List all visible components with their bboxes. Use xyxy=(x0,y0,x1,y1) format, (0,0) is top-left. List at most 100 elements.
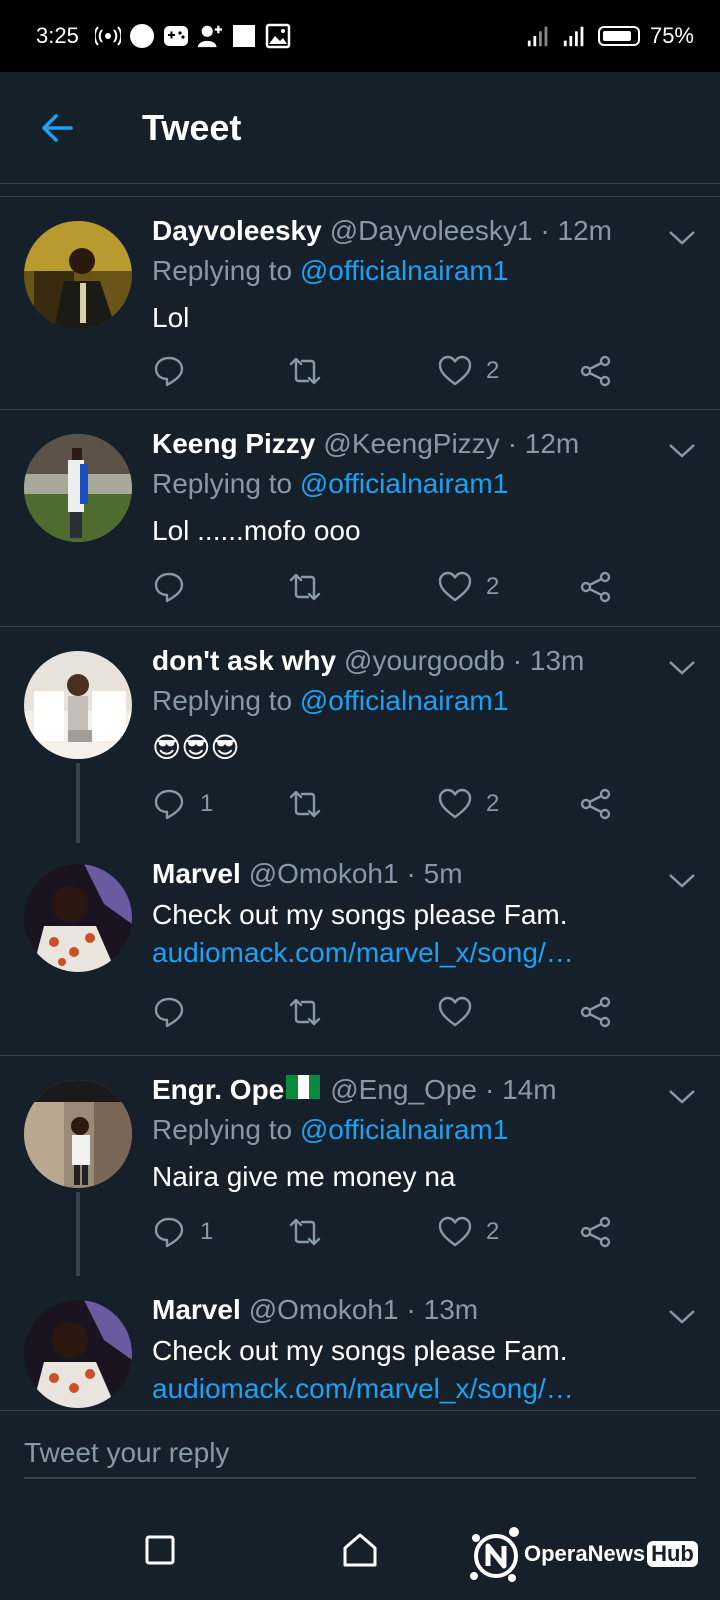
share-icon xyxy=(580,1216,611,1248)
author-name[interactable]: Marvel xyxy=(152,858,241,890)
replying-to: Replying to @officialnairam1 xyxy=(152,468,696,508)
retweet-button[interactable] xyxy=(288,990,322,1034)
avatar[interactable] xyxy=(24,651,132,759)
chevron-down-icon xyxy=(669,661,695,675)
like-button[interactable]: 2 xyxy=(438,782,499,826)
tweet-menu-button[interactable] xyxy=(664,1078,700,1114)
share-button[interactable] xyxy=(579,1210,613,1254)
reply-input[interactable] xyxy=(24,1429,696,1479)
avatar[interactable] xyxy=(24,1300,132,1408)
author-name[interactable]: Engr. Ope xyxy=(152,1074,284,1106)
share-button[interactable] xyxy=(579,349,613,393)
tweet[interactable]: Keeng Pizzy @KeengPizzy · 12m Replying t… xyxy=(0,410,720,627)
avatar[interactable] xyxy=(24,221,132,329)
mention-link[interactable]: @officialnairam1 xyxy=(300,1114,508,1145)
author-name[interactable]: Keeng Pizzy xyxy=(152,428,315,460)
reply-button[interactable] xyxy=(152,349,200,393)
tweet-link[interactable]: audiomack.com/marvel_x/song/… xyxy=(152,1370,696,1408)
chevron-down-icon xyxy=(669,1090,695,1104)
avatar[interactable] xyxy=(24,434,132,542)
author-handle[interactable]: @Omokoh1 xyxy=(249,858,399,890)
tweet[interactable]: Dayvoleesky @Dayvoleesky1 · 12m Replying… xyxy=(0,197,720,410)
author-name[interactable]: Marvel xyxy=(152,1294,241,1326)
back-button[interactable] xyxy=(32,103,82,153)
signal-hd-icon xyxy=(526,23,552,49)
share-button[interactable] xyxy=(579,990,613,1034)
author-handle[interactable]: @yourgoodb xyxy=(344,645,505,677)
tweet[interactable]: don't ask why @yourgoodb · 13m Replying … xyxy=(0,627,720,843)
tweet-menu-button[interactable] xyxy=(664,432,700,468)
tweet-link[interactable]: audiomack.com/marvel_x/song/… xyxy=(152,934,696,972)
tweet-menu-button[interactable] xyxy=(664,862,700,898)
back-arrow-icon xyxy=(42,113,73,142)
system-nav-bar: OperaNews Hub xyxy=(0,1500,720,1600)
signal-icon xyxy=(562,23,588,49)
author-handle[interactable]: @Omokoh1 xyxy=(249,1294,399,1326)
top-app-bar: Tweet xyxy=(0,72,720,184)
author-handle[interactable]: @Eng_Ope xyxy=(330,1074,477,1106)
author-name[interactable]: don't ask why xyxy=(152,645,336,677)
reply-button[interactable]: 1 xyxy=(152,782,213,826)
tweet-menu-button[interactable] xyxy=(664,1298,700,1334)
page-title: Tweet xyxy=(142,106,242,148)
retweet-icon xyxy=(289,790,321,818)
thread-line xyxy=(76,763,80,843)
mention-link[interactable]: @officialnairam1 xyxy=(300,468,508,499)
recents-button[interactable] xyxy=(138,1528,182,1572)
tweet[interactable]: Marvel @Omokoh1 · 5m Check out my songs … xyxy=(0,840,720,1056)
tweet[interactable]: Marvel @Omokoh1 · 13m Check out my songs… xyxy=(0,1276,720,1410)
avatar[interactable] xyxy=(24,864,132,972)
reply-icon xyxy=(154,997,184,1028)
retweet-button[interactable] xyxy=(288,349,322,393)
operanews-logo-icon xyxy=(470,1527,519,1582)
retweet-button[interactable] xyxy=(288,565,322,609)
like-button[interactable]: 2 xyxy=(438,349,499,393)
reply-button[interactable] xyxy=(152,990,200,1034)
retweet-icon xyxy=(289,998,321,1026)
like-button[interactable]: 2 xyxy=(438,565,499,609)
chevron-down-icon xyxy=(669,1310,695,1324)
watermark: OperaNews Hub xyxy=(464,1522,698,1586)
tweet-text: Lol ......mofo ooo xyxy=(152,515,361,546)
tweet-actions: 1 2 xyxy=(152,782,632,826)
mention-link[interactable]: @officialnairam1 xyxy=(300,685,508,716)
retweet-button[interactable] xyxy=(288,1210,322,1254)
tweet-menu-button[interactable] xyxy=(664,219,700,255)
retweet-icon xyxy=(289,357,321,385)
chevron-down-icon xyxy=(669,444,695,458)
reply-button[interactable]: 1 xyxy=(152,1210,213,1254)
gallery-icon xyxy=(265,23,291,49)
share-button[interactable] xyxy=(579,565,613,609)
tweet-menu-button[interactable] xyxy=(664,649,700,685)
reply-icon xyxy=(154,572,184,603)
replying-to: Replying to @officialnairam1 xyxy=(152,255,696,295)
home-button[interactable] xyxy=(338,1528,382,1572)
author-name[interactable]: Dayvoleesky xyxy=(152,215,322,247)
retweet-icon xyxy=(289,573,321,601)
like-button[interactable] xyxy=(438,990,486,1034)
avatar[interactable] xyxy=(24,1080,132,1188)
share-icon xyxy=(580,996,611,1028)
retweet-button[interactable] xyxy=(288,782,322,826)
tweet-text: Check out my songs please Fam. xyxy=(152,1335,568,1366)
like-count: 2 xyxy=(486,357,500,384)
add-contact-icon xyxy=(197,23,223,49)
author-handle[interactable]: @Dayvoleesky1 xyxy=(330,215,533,247)
share-button[interactable] xyxy=(579,782,613,826)
gamepad-icon xyxy=(163,23,189,49)
like-button[interactable]: 2 xyxy=(438,1210,499,1254)
tweet-actions: 2 xyxy=(152,565,632,609)
author-handle[interactable]: @KeengPizzy xyxy=(323,428,499,460)
tweet[interactable]: Engr. Ope @Eng_Ope · 14m Replying to @of… xyxy=(0,1056,720,1276)
replying-to: Replying to @officialnairam1 xyxy=(152,685,696,725)
mention-link[interactable]: @officialnairam1 xyxy=(300,255,508,286)
replying-label: Replying to xyxy=(152,685,293,716)
tweet-time: · 12m xyxy=(540,215,612,246)
replies-timeline[interactable]: Dayvoleesky @Dayvoleesky1 · 12m Replying… xyxy=(0,197,720,1410)
reply-button[interactable] xyxy=(152,565,200,609)
tweet-time: · 5m xyxy=(406,858,463,889)
heart-icon xyxy=(438,571,472,602)
reply-count: 1 xyxy=(200,790,214,817)
tweet-text: Check out my songs please Fam. xyxy=(152,899,568,930)
battery-icon xyxy=(597,26,640,46)
